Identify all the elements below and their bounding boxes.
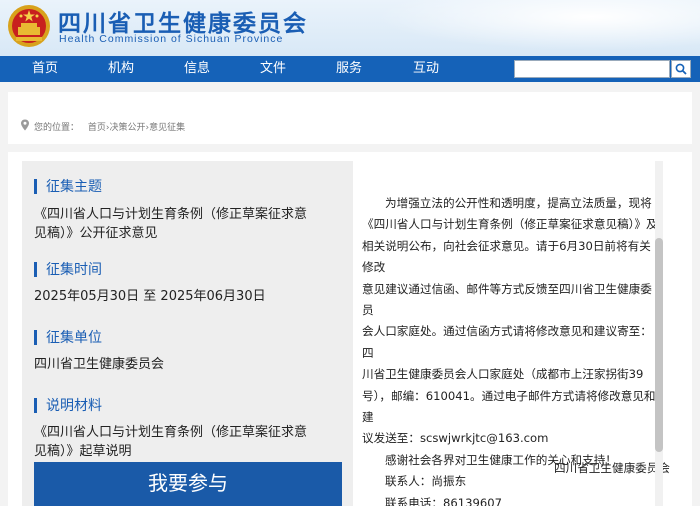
material-heading: 说明材料 (34, 395, 102, 415)
time-heading: 征集时间 (34, 259, 102, 279)
time-text: 2025年05月30日 至 2025年06月30日 (34, 289, 266, 304)
site-subtitle: Health Commission of Sichuan Province (59, 33, 284, 45)
notice-phone: 联系电话：86139607 (385, 495, 502, 506)
topic-text: 《四川省人口与计划生育条例（修正草案征求意见稿）》公开征求意见 (34, 207, 308, 241)
solicitation-info-panel: 征集主题 《四川省人口与计划生育条例（修正草案征求意见稿）》公开征求意见 征集时… (22, 161, 353, 506)
search-button[interactable] (671, 60, 691, 78)
main-nav: 首页 机构 信息 文件 服务 互动 (0, 56, 700, 82)
main-content: 征集主题 《四川省人口与计划生育条例（修正草案征求意见稿）》公开征求意见 征集时… (8, 152, 692, 506)
notice-line: 相关说明公布，向社会征求意见。请于6月30日前将有关修改 (362, 238, 651, 275)
breadcrumb-prefix: 您的位置： (34, 123, 80, 133)
breadcrumb-path[interactable]: 首页›决策公开›意见征集 (88, 123, 185, 133)
search-input[interactable] (514, 60, 670, 78)
material-heading-text: 说明材料 (46, 398, 102, 414)
notice-line: 意见建议通过信函、邮件等方式反馈至四川省卫生健康委员 (362, 281, 652, 318)
breadcrumb: 您的位置： 首页›决策公开›意见征集 (21, 119, 185, 133)
nav-item-documents[interactable]: 文件 (260, 56, 286, 82)
header-sky-decoration (340, 0, 700, 56)
topic-heading: 征集主题 (34, 176, 102, 196)
heading-accent-bar (34, 178, 37, 194)
notice-email-line[interactable]: 议发送至：scswjwrkjtc@163.com (362, 428, 662, 449)
nav-item-home[interactable]: 首页 (32, 56, 58, 82)
nav-item-information[interactable]: 信息 (184, 56, 210, 82)
breadcrumb-bar: 您的位置： 首页›决策公开›意见征集 (8, 92, 692, 144)
heading-accent-bar (34, 329, 37, 345)
notice-line: 为增强立法的公开性和透明度，提高立法质量，现将 (385, 196, 652, 210)
nav-item-interaction[interactable]: 互动 (413, 56, 439, 82)
notice-scrollbar-thumb[interactable] (655, 238, 663, 452)
unit-text: 四川省卫生健康委员会 (34, 357, 165, 372)
heading-accent-bar (34, 261, 37, 277)
notice-line: 川省卫生健康委员会人口家庭处（成都市上汪家拐街39 (362, 367, 644, 382)
time-heading-text: 征集时间 (46, 262, 102, 278)
unit-heading-text: 征集单位 (46, 330, 102, 346)
notice-line: 号），邮编：610041。通过电子邮件方式请将修改意见和建 (362, 388, 656, 425)
notice-panel: 为增强立法的公开性和透明度，提高立法质量，现将 《四川省人口与计划生育条例（修正… (362, 161, 672, 506)
topic-heading-text: 征集主题 (46, 179, 102, 195)
material-link[interactable]: 《四川省人口与计划生育条例（修正草案征求意见稿）》起草说明 (34, 423, 319, 461)
notice-signature: 四川省卫生健康委员会 (554, 461, 670, 475)
nav-item-services[interactable]: 服务 (336, 56, 362, 82)
participate-button[interactable]: 我要参与 (34, 462, 342, 506)
heading-accent-bar (34, 397, 37, 413)
search-icon (675, 63, 687, 75)
notice-line: 会人口家庭处。通过信函方式请将修改意见和建议寄至：四 (362, 324, 652, 360)
national-emblem-icon[interactable] (6, 3, 52, 49)
nav-item-organization[interactable]: 机构 (108, 56, 134, 82)
site-header: 四川省卫生健康委员会 Health Commission of Sichuan … (0, 0, 700, 56)
unit-heading: 征集单位 (34, 327, 102, 347)
location-pin-icon (21, 119, 29, 131)
notice-line: 《四川省人口与计划生育条例（修正草案征求意见稿）》及 (362, 217, 658, 232)
